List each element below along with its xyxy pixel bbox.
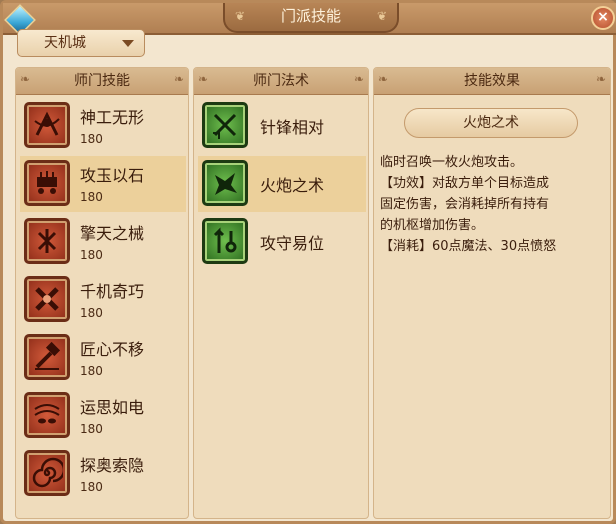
skill-name: 匠心不移 bbox=[80, 340, 145, 359]
divine-craft-icon bbox=[24, 102, 70, 148]
close-icon: × bbox=[597, 9, 609, 25]
corner-ornament-icon: ❧ bbox=[198, 72, 209, 86]
skill-name: 擎天之械 bbox=[80, 224, 145, 243]
lightning-thought-icon bbox=[24, 392, 70, 438]
effect-panel-header: ❧ 技能效果 ❧ bbox=[374, 68, 610, 95]
effect-line: 【消耗】60点魔法、30点愤怒 bbox=[380, 239, 557, 254]
spell-row[interactable]: 攻守易位 bbox=[198, 214, 366, 270]
window-title: 门派技能 bbox=[280, 7, 341, 25]
skill-name: 运思如电 bbox=[80, 398, 145, 417]
effect-description: 临时召唤一枚火炮攻击。 【功效】对敌方单个目标造成 固定伤害，会消耗掉所有持有 … bbox=[380, 152, 608, 257]
skill-name: 千机奇巧 bbox=[80, 282, 145, 301]
skill-row[interactable]: 擎天之械 180 bbox=[20, 214, 186, 270]
spell-row-selected[interactable]: 火炮之术 bbox=[198, 156, 366, 212]
effect-skill-name: 火炮之术 bbox=[463, 115, 519, 131]
skill-row[interactable]: 运思如电 180 bbox=[20, 388, 186, 444]
spell-row[interactable]: 针锋相对 bbox=[198, 98, 366, 154]
effect-skill-title: 火炮之术 bbox=[404, 108, 578, 138]
school-select[interactable]: 天机城 bbox=[17, 29, 145, 57]
corner-ornament-icon: ❧ bbox=[173, 72, 184, 86]
skills-panel: ❧ 师门技能 ❧ 神工无形 180 攻玉以石 180 擎天之械 180 千机奇巧… bbox=[15, 67, 189, 519]
skills-panel-title: 师门技能 bbox=[74, 73, 130, 89]
skill-level: 180 bbox=[80, 132, 103, 146]
skill-level: 180 bbox=[80, 364, 103, 378]
skill-level: 180 bbox=[80, 190, 103, 204]
skill-level: 180 bbox=[80, 422, 103, 436]
jade-stone-icon bbox=[24, 160, 70, 206]
explore-secret-icon bbox=[24, 450, 70, 496]
effect-line: 的机枢增加伤害。 bbox=[380, 218, 485, 233]
thousand-machine-icon bbox=[24, 276, 70, 322]
corner-ornament-icon: ❧ bbox=[20, 72, 31, 86]
corner-ornament-icon: ❧ bbox=[595, 72, 606, 86]
effect-panel: ❧ 技能效果 ❧ 火炮之术 临时召唤一枚火炮攻击。 【功效】对敌方单个目标造成 … bbox=[373, 67, 611, 519]
scroll-ornament-left-icon: ❦ bbox=[235, 9, 246, 23]
spells-panel-header: ❧ 师门法术 ❧ bbox=[194, 68, 368, 95]
school-select-value: 天机城 bbox=[44, 35, 86, 51]
scroll-ornament-right-icon: ❦ bbox=[376, 9, 387, 23]
spell-name: 针锋相对 bbox=[260, 118, 325, 137]
crossed-needles-icon bbox=[202, 102, 248, 148]
skill-name: 探奥索隐 bbox=[80, 456, 145, 475]
chevron-down-icon bbox=[122, 40, 134, 47]
skill-window: ❦ 门派技能 ❦ × 天机城 ❧ 师门技能 ❧ 神工无形 180 攻玉以石 18… bbox=[0, 0, 616, 524]
effect-line: 【功效】对敌方单个目标造成 bbox=[380, 176, 550, 191]
cannon-icon bbox=[202, 160, 248, 206]
title-plate: ❦ 门派技能 ❦ bbox=[223, 3, 399, 33]
skill-row[interactable]: 千机奇巧 180 bbox=[20, 272, 186, 328]
corner-ornament-icon: ❧ bbox=[353, 72, 364, 86]
sky-machine-icon bbox=[24, 218, 70, 264]
skill-level: 180 bbox=[80, 306, 103, 320]
skill-name: 攻玉以石 bbox=[80, 166, 145, 185]
skill-row[interactable]: 匠心不移 180 bbox=[20, 330, 186, 386]
spell-name: 火炮之术 bbox=[260, 176, 325, 195]
spells-panel-title: 师门法术 bbox=[253, 73, 309, 89]
skill-row[interactable]: 神工无形 180 bbox=[20, 98, 186, 154]
craftsman-heart-icon bbox=[24, 334, 70, 380]
corner-ornament-icon: ❧ bbox=[378, 72, 389, 86]
spells-panel: ❧ 师门法术 ❧ 针锋相对 火炮之术 攻守易位 bbox=[193, 67, 369, 519]
skill-name: 神工无形 bbox=[80, 108, 145, 127]
skill-level: 180 bbox=[80, 480, 103, 494]
close-button[interactable]: × bbox=[591, 6, 615, 30]
skill-row[interactable]: 探奥索隐 180 bbox=[20, 446, 186, 502]
effect-panel-title: 技能效果 bbox=[464, 73, 520, 89]
effect-line: 固定伤害，会消耗掉所有持有 bbox=[380, 197, 550, 212]
skills-panel-header: ❧ 师门技能 ❧ bbox=[16, 68, 188, 95]
skill-level: 180 bbox=[80, 248, 103, 262]
spell-name: 攻守易位 bbox=[260, 234, 325, 253]
skill-row-selected[interactable]: 攻玉以石 180 bbox=[20, 156, 186, 212]
effect-line: 临时召唤一枚火炮攻击。 bbox=[380, 155, 524, 170]
switch-position-icon bbox=[202, 218, 248, 264]
